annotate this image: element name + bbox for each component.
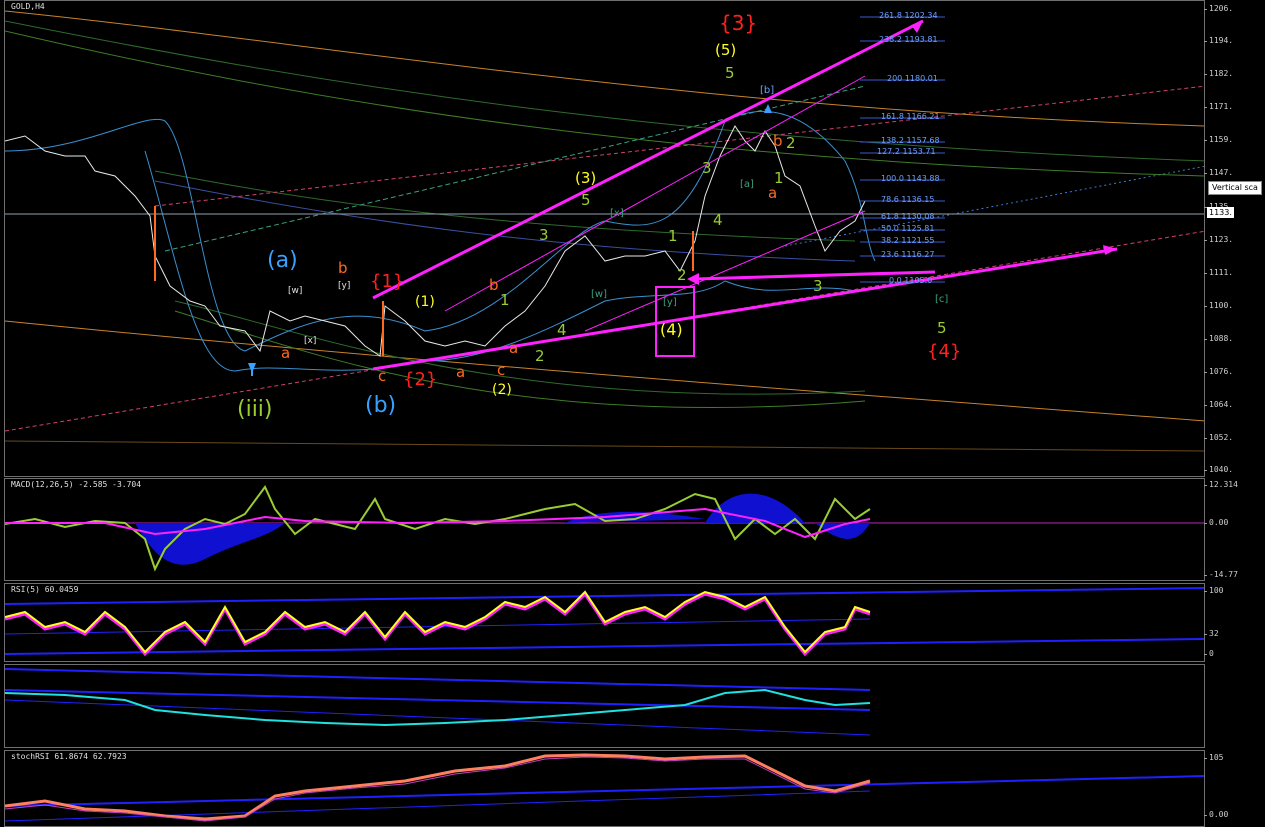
rsi-tick: 100 xyxy=(1203,586,1224,595)
price-tick: 1111. xyxy=(1203,268,1234,277)
wave-label: {4} xyxy=(927,341,962,362)
macd-axis: 12.314 0.00 -14.77 xyxy=(1203,478,1265,581)
wave-label: [w] xyxy=(288,286,303,296)
price-tick: 1194. xyxy=(1203,36,1234,45)
wave-label: (a) xyxy=(267,248,298,273)
wave-label: 5 xyxy=(725,64,735,82)
fib-label: 261.8 1202.34 xyxy=(879,11,938,20)
price-tick: 1100. xyxy=(1203,301,1234,310)
macd-pane[interactable]: MACD(12,26,5) -2.585 -3.704 xyxy=(4,478,1205,581)
price-chart-canvas xyxy=(5,10,1204,452)
macd-canvas xyxy=(5,485,1204,572)
price-tick: 1171. xyxy=(1203,102,1234,111)
wave-label: (2) xyxy=(492,382,512,398)
stochrsi-tick: 105 xyxy=(1203,753,1224,762)
wave-label: [c] xyxy=(935,294,949,305)
price-tick: 1182. xyxy=(1203,69,1234,78)
rsi-tick: 32 xyxy=(1204,629,1219,638)
current-price-label: 1133. xyxy=(1207,207,1234,218)
wave-label: (5) xyxy=(715,41,737,59)
indicator-pane[interactable] xyxy=(4,664,1205,748)
price-tick: 1123. xyxy=(1203,235,1234,244)
stochrsi-axis: 105 0.00 xyxy=(1203,750,1265,827)
wave-label: a xyxy=(456,363,466,381)
fib-label: 138.2 1157.68 xyxy=(881,136,940,145)
fib-label: 78.6 1136.15 xyxy=(881,195,935,204)
macd-tick: 0.00 xyxy=(1203,518,1229,527)
wave-label: b xyxy=(773,132,783,150)
wave-label: 3 xyxy=(702,159,712,177)
wave-label: 5 xyxy=(581,191,591,209)
price-tick: 1064. xyxy=(1203,400,1234,409)
price-tick: 1052. xyxy=(1203,433,1234,442)
wave-label: [a] xyxy=(740,179,754,190)
wave-label: 3 xyxy=(539,226,549,244)
wave-label: 3 xyxy=(813,277,823,295)
price-tick: 1206. xyxy=(1203,4,1234,13)
wave-label: (iii) xyxy=(237,397,273,422)
price-tick: 1159. xyxy=(1203,135,1234,144)
wave-label: a xyxy=(768,184,778,202)
rsi-pane[interactable]: RSI(5) 60.0459 xyxy=(4,583,1205,662)
wave-label: (1) xyxy=(415,294,435,310)
rsi-label: RSI(5) 60.0459 xyxy=(11,585,79,594)
fib-label: 127.2 1153.71 xyxy=(877,147,936,156)
wave-label: (b) xyxy=(365,393,397,418)
rsi-tick: 0 xyxy=(1204,649,1214,658)
wave-label: a xyxy=(281,344,291,362)
wave-label: [w] xyxy=(591,289,607,300)
price-axis[interactable]: 1206. 1194. 1182. 1171. 1159. 1147. 1135… xyxy=(1203,0,1265,477)
fib-label: 100.0 1143.88 xyxy=(881,174,940,183)
fib-label: 23.6 1116.27 xyxy=(881,250,935,259)
symbol-label: GOLD,H4 xyxy=(11,2,45,11)
wave-label: [x] xyxy=(610,208,624,219)
wave-label: c xyxy=(378,367,387,385)
price-chart-pane[interactable]: GOLD,H4 261.8 1202.34 238.2 1193.81 200 … xyxy=(4,0,1205,477)
wave-label: {2} xyxy=(403,369,438,390)
indicator-canvas xyxy=(5,668,871,736)
vertical-scale-tag[interactable]: Vertical sca xyxy=(1208,181,1262,195)
wave-label: c xyxy=(497,361,506,379)
stochrsi-label: stochRSI 61.8674 62.7923 xyxy=(11,752,127,761)
fib-label: 61.8 1130.08 xyxy=(881,212,935,221)
wave-label: {1} xyxy=(370,271,405,292)
price-tick: 1076. xyxy=(1203,367,1234,376)
wave-label: 1 xyxy=(668,227,678,245)
stochrsi-tick: 0.00 xyxy=(1203,810,1229,819)
fib-label: 38.2 1121.55 xyxy=(881,236,935,245)
wave-label: 2 xyxy=(535,347,545,365)
stochrsi-pane[interactable]: stochRSI 61.8674 62.7923 xyxy=(4,750,1205,827)
stochrsi-canvas xyxy=(5,753,1204,822)
wave-label: 2 xyxy=(786,134,796,152)
fib-label: 0.0 1105.0 xyxy=(889,276,933,285)
wave-label: [y] xyxy=(663,297,677,308)
wave-label: 1 xyxy=(500,291,510,309)
wave-label: [y] xyxy=(338,281,351,291)
price-tick: 1147. xyxy=(1203,168,1234,177)
fib-label: 200 1180.01 xyxy=(887,74,938,83)
fib-label: 238.2 1193.81 xyxy=(879,35,938,44)
fib-label: 161.8 1166.21 xyxy=(881,112,940,121)
price-tick: 1040. xyxy=(1203,465,1234,474)
rsi-canvas xyxy=(5,587,1204,657)
fib-label: 50.0 1125.81 xyxy=(881,224,935,233)
wave-label: [b] xyxy=(760,85,775,96)
wave-label: a xyxy=(509,339,519,357)
wave-label: {3} xyxy=(719,11,758,35)
wave-label: (4) xyxy=(660,320,683,339)
wave-label: 4 xyxy=(557,321,567,339)
wave-label: [x] xyxy=(304,336,317,346)
rsi-axis: 100 32 0 xyxy=(1203,583,1265,662)
macd-tick: -14.77 xyxy=(1204,570,1238,579)
macd-label: MACD(12,26,5) -2.585 -3.704 xyxy=(11,480,142,489)
price-tick: 1088. xyxy=(1203,334,1234,343)
wave-label: 2 xyxy=(677,266,687,284)
macd-tick: 12.314 xyxy=(1204,480,1238,489)
wave-label: b xyxy=(489,276,499,294)
wave-label: 4 xyxy=(713,211,723,229)
wave-label: 5 xyxy=(937,319,947,337)
wave-label: b xyxy=(338,259,348,277)
wave-label: (3) xyxy=(575,169,597,187)
